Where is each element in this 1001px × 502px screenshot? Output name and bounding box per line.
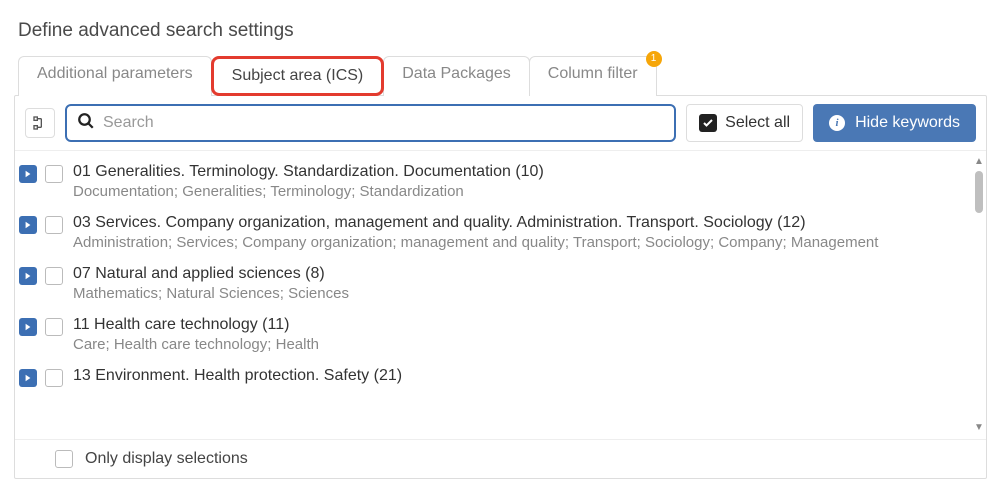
check-icon bbox=[699, 114, 717, 132]
scroll-down-icon[interactable]: ▼ bbox=[974, 423, 984, 433]
play-icon bbox=[24, 221, 32, 229]
item-checkbox[interactable] bbox=[45, 216, 63, 234]
tree-icon bbox=[32, 115, 48, 131]
page-title: Define advanced search settings bbox=[18, 20, 987, 42]
list-area: 01 Generalities. Terminology. Standardiz… bbox=[15, 151, 986, 439]
item-text[interactable]: 13 Environment. Health protection. Safet… bbox=[73, 367, 982, 387]
list-item: 13 Environment. Health protection. Safet… bbox=[19, 363, 982, 397]
only-selections-label: Only display selections bbox=[85, 450, 248, 468]
tab-column-filter[interactable]: Column filter 1 bbox=[529, 56, 657, 96]
expand-button[interactable] bbox=[19, 267, 37, 285]
play-icon bbox=[24, 272, 32, 280]
item-title: 01 Generalities. Terminology. Standardiz… bbox=[73, 163, 982, 181]
select-all-button[interactable]: Select all bbox=[686, 104, 803, 142]
item-keywords: Mathematics; Natural Sciences; Sciences bbox=[73, 285, 982, 302]
item-checkbox[interactable] bbox=[45, 267, 63, 285]
play-icon bbox=[24, 323, 32, 331]
item-text[interactable]: 03 Services. Company organization, manag… bbox=[73, 214, 982, 251]
list-item: 11 Health care technology (11) Care; Hea… bbox=[19, 312, 982, 363]
search-field[interactable] bbox=[65, 104, 676, 142]
list-item: 01 Generalities. Terminology. Standardiz… bbox=[19, 159, 982, 210]
info-icon: i bbox=[829, 115, 845, 131]
tab-label: Additional parameters bbox=[37, 65, 193, 82]
hide-keywords-label: Hide keywords bbox=[855, 114, 960, 132]
panel: Select all i Hide keywords 01 Generaliti… bbox=[14, 95, 987, 479]
tab-label: Subject area (ICS) bbox=[232, 67, 364, 84]
item-keywords: Care; Health care technology; Health bbox=[73, 336, 982, 353]
tab-additional-parameters[interactable]: Additional parameters bbox=[18, 56, 212, 96]
play-icon bbox=[24, 374, 32, 382]
tab-label: Data Packages bbox=[402, 65, 511, 82]
footer: Only display selections bbox=[15, 439, 986, 478]
tab-subject-area-ics[interactable]: Subject area (ICS) bbox=[211, 56, 385, 96]
list-item: 03 Services. Company organization, manag… bbox=[19, 210, 982, 261]
item-title: 07 Natural and applied sciences (8) bbox=[73, 265, 982, 283]
item-title: 11 Health care technology (11) bbox=[73, 316, 982, 334]
hide-keywords-button[interactable]: i Hide keywords bbox=[813, 104, 976, 142]
search-icon bbox=[77, 112, 95, 134]
item-title: 13 Environment. Health protection. Safet… bbox=[73, 367, 982, 385]
subject-list: 01 Generalities. Terminology. Standardiz… bbox=[15, 151, 986, 397]
tab-label: Column filter bbox=[548, 65, 638, 82]
item-keywords: Documentation; Generalities; Terminology… bbox=[73, 183, 982, 200]
tree-toggle-button[interactable] bbox=[25, 108, 55, 138]
item-text[interactable]: 01 Generalities. Terminology. Standardiz… bbox=[73, 163, 982, 200]
tab-badge: 1 bbox=[646, 51, 662, 67]
item-checkbox[interactable] bbox=[45, 318, 63, 336]
scroll-thumb[interactable] bbox=[975, 171, 983, 213]
item-title: 03 Services. Company organization, manag… bbox=[73, 214, 982, 232]
tab-bar: Additional parameters Subject area (ICS)… bbox=[18, 56, 987, 96]
item-checkbox[interactable] bbox=[45, 165, 63, 183]
expand-button[interactable] bbox=[19, 369, 37, 387]
play-icon bbox=[24, 170, 32, 178]
expand-button[interactable] bbox=[19, 216, 37, 234]
item-keywords: Administration; Services; Company organi… bbox=[73, 234, 982, 251]
item-text[interactable]: 07 Natural and applied sciences (8) Math… bbox=[73, 265, 982, 302]
list-item: 07 Natural and applied sciences (8) Math… bbox=[19, 261, 982, 312]
scroll-up-icon[interactable]: ▲ bbox=[974, 157, 984, 167]
expand-button[interactable] bbox=[19, 165, 37, 183]
item-checkbox[interactable] bbox=[45, 369, 63, 387]
scrollbar[interactable]: ▲ ▼ bbox=[974, 157, 984, 433]
toolbar: Select all i Hide keywords bbox=[15, 96, 986, 151]
tab-data-packages[interactable]: Data Packages bbox=[383, 56, 530, 96]
search-input[interactable] bbox=[103, 114, 664, 132]
expand-button[interactable] bbox=[19, 318, 37, 336]
only-selections-checkbox[interactable] bbox=[55, 450, 73, 468]
item-text[interactable]: 11 Health care technology (11) Care; Hea… bbox=[73, 316, 982, 353]
select-all-label: Select all bbox=[725, 114, 790, 132]
